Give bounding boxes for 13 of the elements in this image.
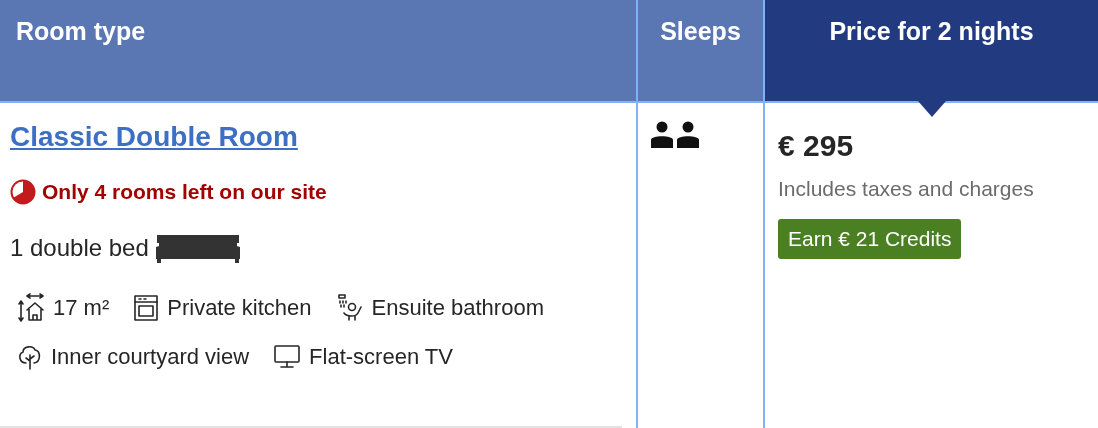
price: € 295 xyxy=(778,129,854,163)
facility-label: Inner courtyard view xyxy=(51,344,250,370)
facility-label: 17 m² xyxy=(53,295,110,321)
scarcity-message: Only 4 rooms left on our site xyxy=(42,180,327,204)
price-note: Includes taxes and charges xyxy=(778,177,1034,201)
column-header: Room type xyxy=(0,0,636,103)
credits-badge: Earn € 21 Credits xyxy=(778,219,962,259)
room-name-link[interactable]: Classic Double Room xyxy=(10,121,298,153)
facility-label: Ensuite bathroom xyxy=(371,295,544,321)
facility-label: Private kitchen xyxy=(167,295,312,321)
facility-label: Flat-screen TV xyxy=(309,344,453,370)
bed-info: 1 double bed xyxy=(10,234,149,262)
column-header: Sleeps xyxy=(636,0,763,103)
